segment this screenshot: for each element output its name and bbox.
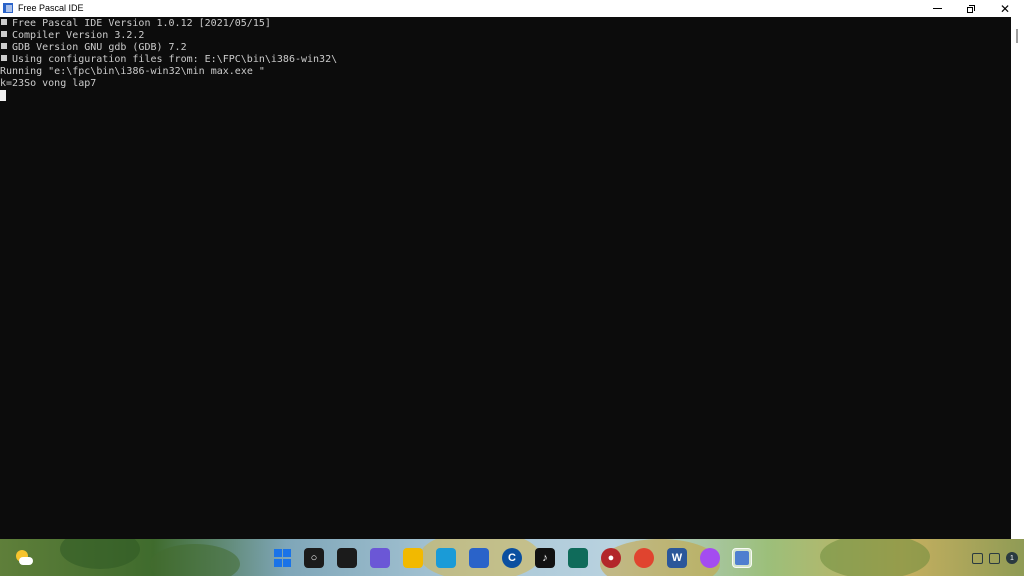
network-icon[interactable] (972, 552, 983, 564)
bullet-icon (1, 43, 7, 49)
tiktok-icon[interactable]: ♪ (535, 548, 555, 568)
record-icon[interactable]: ● (601, 548, 621, 568)
window-title: Free Pascal IDE (18, 3, 84, 13)
start-tile (273, 558, 282, 567)
start-icon[interactable] (272, 548, 292, 568)
console-line: Compiler Version 3.2.2 (0, 30, 144, 42)
meet-icon[interactable] (370, 548, 390, 568)
icon-glyph: C (508, 552, 516, 564)
bullet-icon (1, 19, 7, 25)
close-button[interactable]: ✕ (988, 0, 1022, 17)
console-line-text: Free Pascal IDE Version 1.0.12 [2021/05/… (12, 18, 271, 29)
chrome-icon[interactable] (634, 548, 654, 568)
console-line-text: Running "e:\fpc\bin\i386-win32\min max.e… (0, 66, 265, 77)
start-tile (282, 558, 291, 567)
minimize-button[interactable] (920, 0, 954, 17)
console-line-text: Using configuration files from: E:\FPC\b… (12, 54, 338, 65)
console-line-text: GDB Version GNU gdb (GDB) 7.2 (12, 42, 187, 53)
task-view-icon[interactable] (337, 548, 357, 568)
weather-icon[interactable] (13, 548, 33, 568)
start-tile (273, 549, 282, 558)
icon-glyph: ○ (310, 552, 318, 564)
taskbar: 1 ○ C ♪ ● W (0, 539, 1024, 576)
icon-glyph: ♪ (542, 552, 548, 564)
bullet-icon (1, 55, 7, 61)
console-line: Running "e:\fpc\bin\i386-win32\min max.e… (0, 66, 265, 78)
start-tile (282, 549, 291, 558)
console-line: GDB Version GNU gdb (GDB) 7.2 (0, 42, 187, 54)
app-icon[interactable] (568, 548, 588, 568)
restore-icon (967, 4, 975, 13)
console-line: k=23So vong lap7 (0, 78, 96, 90)
free-pascal-glyph (735, 551, 749, 565)
console-line: Using configuration files from: E:\FPC\b… (0, 54, 337, 66)
wallpaper-foliage (820, 539, 930, 576)
wallpaper-foliage (150, 544, 240, 576)
cloud-icon (19, 557, 33, 565)
text-cursor (0, 90, 6, 101)
cortana-icon[interactable]: C (502, 548, 522, 568)
messenger-icon[interactable] (700, 548, 720, 568)
wallpaper-foliage (60, 539, 140, 569)
store-icon[interactable] (469, 548, 489, 568)
icon-glyph: ● (607, 552, 615, 564)
free-pascal-app-icon (2, 2, 14, 14)
file-explorer-icon[interactable] (403, 548, 423, 568)
search-icon[interactable]: ○ (304, 548, 324, 568)
volume-icon[interactable] (989, 552, 1000, 564)
close-icon: ✕ (999, 1, 1011, 16)
notification-badge[interactable]: 1 (1006, 552, 1018, 564)
scrollbar-thumb[interactable] (1016, 29, 1018, 43)
system-tray: 1 (972, 548, 1018, 568)
restore-button[interactable] (954, 0, 988, 17)
console-line: Free Pascal IDE Version 1.0.12 [2021/05/… (0, 18, 271, 30)
edge-icon[interactable] (436, 548, 456, 568)
title-bar[interactable]: Free Pascal IDE ✕ (0, 0, 1024, 17)
free-pascal-icon[interactable] (732, 548, 752, 568)
console-line-text: Compiler Version 3.2.2 (12, 30, 145, 41)
vertical-scrollbar[interactable] (1011, 17, 1024, 539)
icon-glyph: W (671, 552, 683, 564)
minimize-icon (932, 8, 942, 9)
bullet-icon (1, 31, 7, 37)
console-line-text: k=23So vong lap7 (0, 78, 97, 89)
word-icon[interactable]: W (667, 548, 687, 568)
console-output[interactable]: Free Pascal IDE Version 1.0.12 [2021/05/… (0, 17, 1011, 539)
